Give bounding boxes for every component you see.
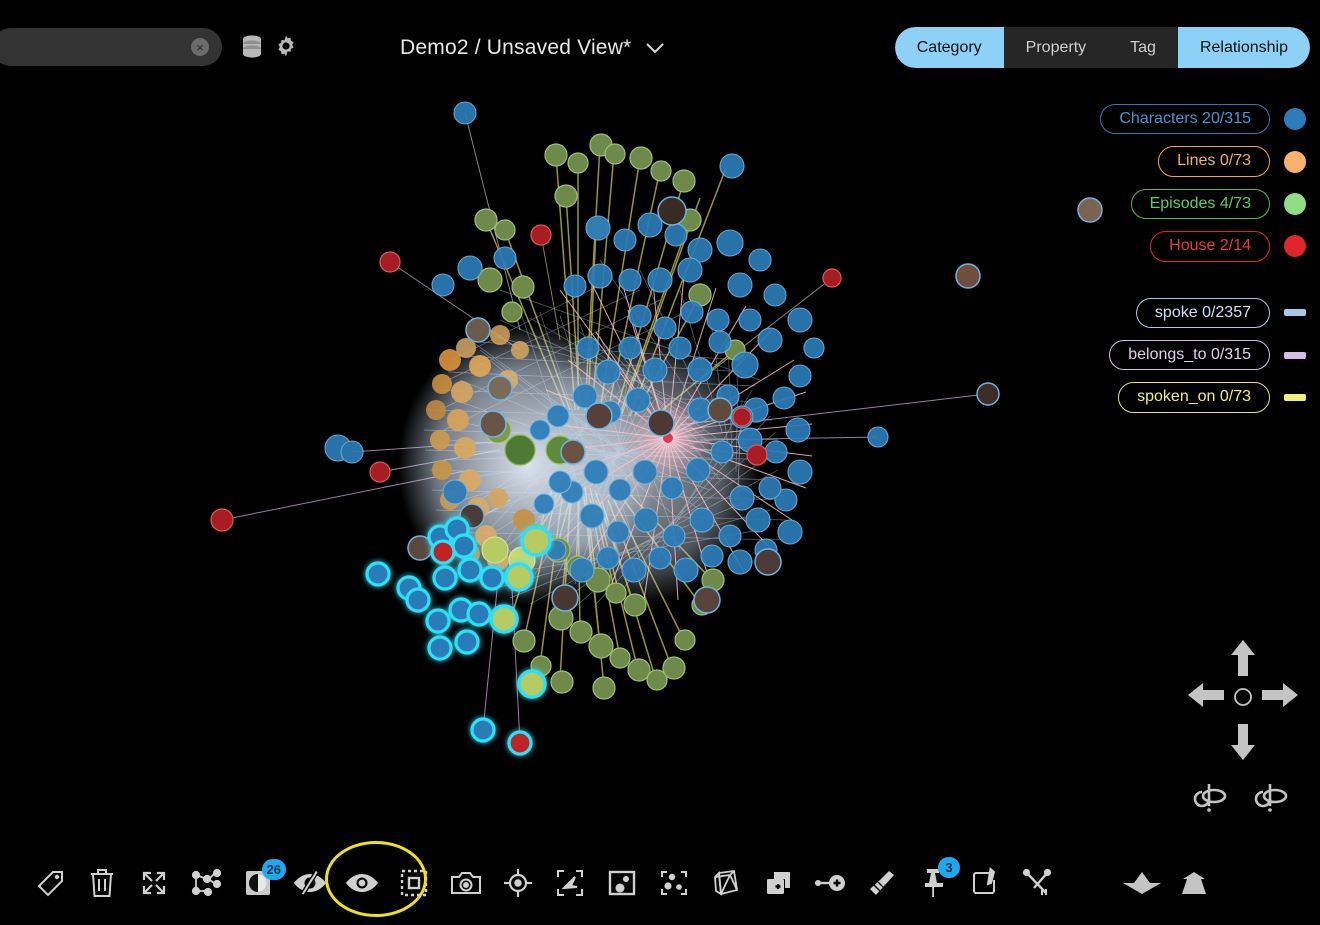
- tab-relationship[interactable]: Relationship: [1178, 27, 1310, 68]
- add-node-icon[interactable]: [804, 855, 856, 911]
- legend-panel: Characters 20/315 Lines 0/73 Episodes 4/…: [1006, 104, 1306, 425]
- expand-icon[interactable]: [128, 855, 180, 911]
- gear-icon[interactable]: [274, 34, 298, 63]
- rotate-right-button[interactable]: [1253, 776, 1293, 819]
- bottom-toolbar[interactable]: 26: [0, 840, 1320, 925]
- contrast-icon[interactable]: 26: [232, 855, 284, 911]
- legend-label-lines[interactable]: Lines 0/73: [1158, 146, 1270, 176]
- tab-tag[interactable]: Tag: [1108, 27, 1178, 68]
- top-bar: × Demo2 / Unsaved View*: [0, 0, 1320, 80]
- navigation-pad[interactable]: [1188, 640, 1298, 820]
- crosshair-icon[interactable]: [492, 855, 544, 911]
- image-node-icon[interactable]: [596, 855, 648, 911]
- pan-right-button[interactable]: [1262, 682, 1298, 713]
- rotate-left-button[interactable]: [1192, 776, 1232, 819]
- cluster-icon[interactable]: [648, 855, 700, 911]
- search-bar[interactable]: ×: [0, 28, 222, 66]
- tab-property[interactable]: Property: [1004, 27, 1108, 68]
- eye-icon[interactable]: [336, 855, 388, 911]
- cube-3d-icon[interactable]: [700, 855, 752, 911]
- lasso-icon[interactable]: [544, 855, 596, 911]
- annotate-icon[interactable]: [960, 855, 1012, 911]
- camera-icon[interactable]: [440, 855, 492, 911]
- legend-item-belongs-to[interactable]: belongs_to 0/315: [1006, 340, 1306, 370]
- pan-up-button[interactable]: [1230, 640, 1256, 681]
- legend-divider: [1006, 274, 1306, 298]
- legend-item-lines[interactable]: Lines 0/73: [1006, 146, 1306, 176]
- broom-icon[interactable]: [856, 855, 908, 911]
- search-clear-icon[interactable]: ×: [191, 38, 209, 56]
- legend-item-house[interactable]: House 2/14: [1006, 231, 1306, 261]
- view-title-dropdown[interactable]: Demo2 / Unsaved View*: [400, 32, 665, 64]
- database-icon[interactable]: [240, 34, 264, 65]
- collapse-down-icon[interactable]: [1116, 855, 1168, 911]
- page-title: Demo2 / Unsaved View*: [400, 36, 631, 60]
- contrast-badge: 26: [262, 859, 286, 880]
- trash-icon[interactable]: [76, 855, 128, 911]
- add-panel-icon[interactable]: [752, 855, 804, 911]
- search-input[interactable]: [0, 28, 191, 66]
- legend-item-spoke[interactable]: spoke 0/2357: [1006, 298, 1306, 328]
- chevron-down-icon: [645, 42, 665, 54]
- graph-layout-icon[interactable]: [180, 855, 232, 911]
- select-region-icon[interactable]: [388, 855, 440, 911]
- app-root: × Demo2 / Unsaved View*: [0, 0, 1320, 925]
- legend-label-episodes[interactable]: Episodes 4/73: [1131, 189, 1270, 219]
- tab-category[interactable]: Category: [895, 27, 1004, 68]
- legend-item-characters[interactable]: Characters 20/315: [1006, 104, 1306, 134]
- legend-label-characters[interactable]: Characters 20/315: [1100, 104, 1270, 134]
- legend-item-episodes[interactable]: Episodes 4/73: [1006, 189, 1306, 219]
- legend-item-spoken-on[interactable]: spoken_on 0/73: [1006, 382, 1306, 412]
- cut-edges-icon[interactable]: [1012, 855, 1064, 911]
- view-mode-tabs[interactable]: Category Property Tag Relationship: [895, 27, 1310, 68]
- eye-off-icon[interactable]: [284, 855, 336, 911]
- pin-icon[interactable]: 3: [908, 855, 960, 911]
- legend-swatch-episodes: [1284, 193, 1306, 215]
- expand-up-icon[interactable]: [1168, 855, 1220, 911]
- pan-down-button[interactable]: [1230, 724, 1256, 765]
- legend-swatch-belongs-to: [1284, 352, 1306, 359]
- legend-label-spoke[interactable]: spoke 0/2357: [1136, 298, 1270, 328]
- legend-swatch-house: [1284, 235, 1306, 257]
- pin-badge: 3: [938, 857, 960, 878]
- pan-left-button[interactable]: [1188, 682, 1224, 713]
- recenter-icon[interactable]: [1233, 687, 1253, 712]
- legend-label-belongs-to[interactable]: belongs_to 0/315: [1109, 340, 1270, 370]
- legend-swatch-spoke: [1284, 309, 1306, 316]
- legend-swatch-spoken-on: [1284, 394, 1306, 401]
- legend-swatch-characters: [1284, 108, 1306, 130]
- tag-icon[interactable]: [24, 855, 76, 911]
- legend-label-spoken-on[interactable]: spoken_on 0/73: [1118, 382, 1270, 412]
- legend-swatch-lines: [1284, 151, 1306, 173]
- legend-label-house[interactable]: House 2/14: [1150, 231, 1270, 261]
